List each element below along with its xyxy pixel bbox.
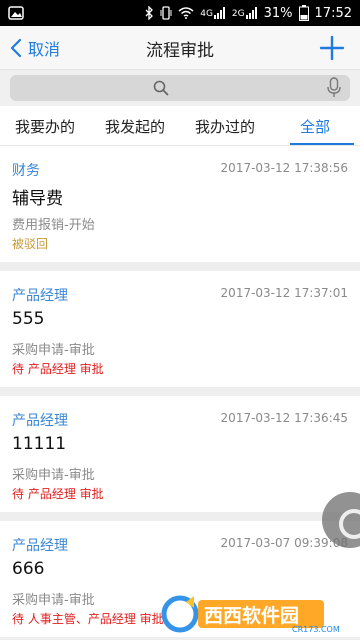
tab-todo[interactable]: 我要办的 [0,106,90,145]
list-item[interactable]: 财务 2017-03-12 17:38:56 辅导费 费用报销-开始 被驳回 [0,146,360,262]
svg-text:CR173.COM: CR173.COM [292,625,340,634]
item-status: 待 产品经理 审批 [12,362,104,376]
item-process: 采购申请-审批 [12,343,95,358]
status-bar: 4G 2G 31% 17:52 [0,0,360,26]
item-category: 财务 [12,163,40,179]
item-category: 产品经理 [12,538,68,554]
item-process: 费用报销-开始 [12,218,95,233]
battery-icon [298,5,309,21]
search-input[interactable] [10,75,350,101]
list-item[interactable]: 产品经理 2017-03-12 17:36:45 11111 采购申请-审批 待… [0,396,360,512]
vibrate-icon [160,6,172,20]
tab-all[interactable]: 全部 [270,106,360,145]
tab-handled[interactable]: 我办过的 [180,106,270,145]
signal-icon-1 [213,7,225,19]
tab-initiated[interactable]: 我发起的 [90,106,180,145]
item-status: 被驳回 [12,237,49,251]
battery-percent: 31% [263,5,293,21]
item-time: 2017-03-12 17:37:01 [220,286,348,300]
search-bar [0,70,360,106]
signal-icon-2 [245,7,257,19]
network-2g-label: 2G [231,9,245,19]
item-time: 2017-03-12 17:38:56 [220,161,348,175]
list-item[interactable]: 产品经理 2017-03-12 17:37:01 555 采购申请-审批 待 产… [0,271,360,387]
plus-icon[interactable] [318,34,346,62]
approval-list: 财务 2017-03-12 17:38:56 辅导费 费用报销-开始 被驳回 产… [0,146,360,640]
network-4g-label: 4G [200,9,213,19]
filter-tabs: 我要办的 我发起的 我办过的 全部 [0,106,360,146]
item-process: 采购申请-审批 [12,468,95,483]
item-category: 产品经理 [12,413,68,429]
status-right: 4G 2G 31% 17:52 [144,5,352,21]
item-time: 2017-03-12 17:36:45 [220,411,348,425]
gallery-notification-icon [8,6,24,20]
search-icon [153,80,169,96]
item-status: 待 人事主管、产品经理 审批 [12,612,164,626]
item-title: 辅导费 [12,189,63,209]
wifi-icon [178,7,194,19]
item-category: 产品经理 [12,288,68,304]
item-status: 待 产品经理 审批 [12,487,104,501]
status-left [8,6,24,20]
microphone-icon[interactable] [326,77,342,99]
watermark-logo: 西西软件园 CR173.COM [161,595,340,634]
item-title: 11111 [12,434,67,454]
nav-bar: 取消 流程审批 [0,26,360,70]
bluetooth-icon [145,6,154,20]
page-title: 流程审批 [146,41,214,61]
item-process: 采购申请-审批 [12,593,95,608]
item-title: 666 [12,559,45,579]
item-title: 555 [12,309,45,329]
svg-text:西西软件园: 西西软件园 [204,604,299,627]
clock: 17:52 [314,5,352,21]
